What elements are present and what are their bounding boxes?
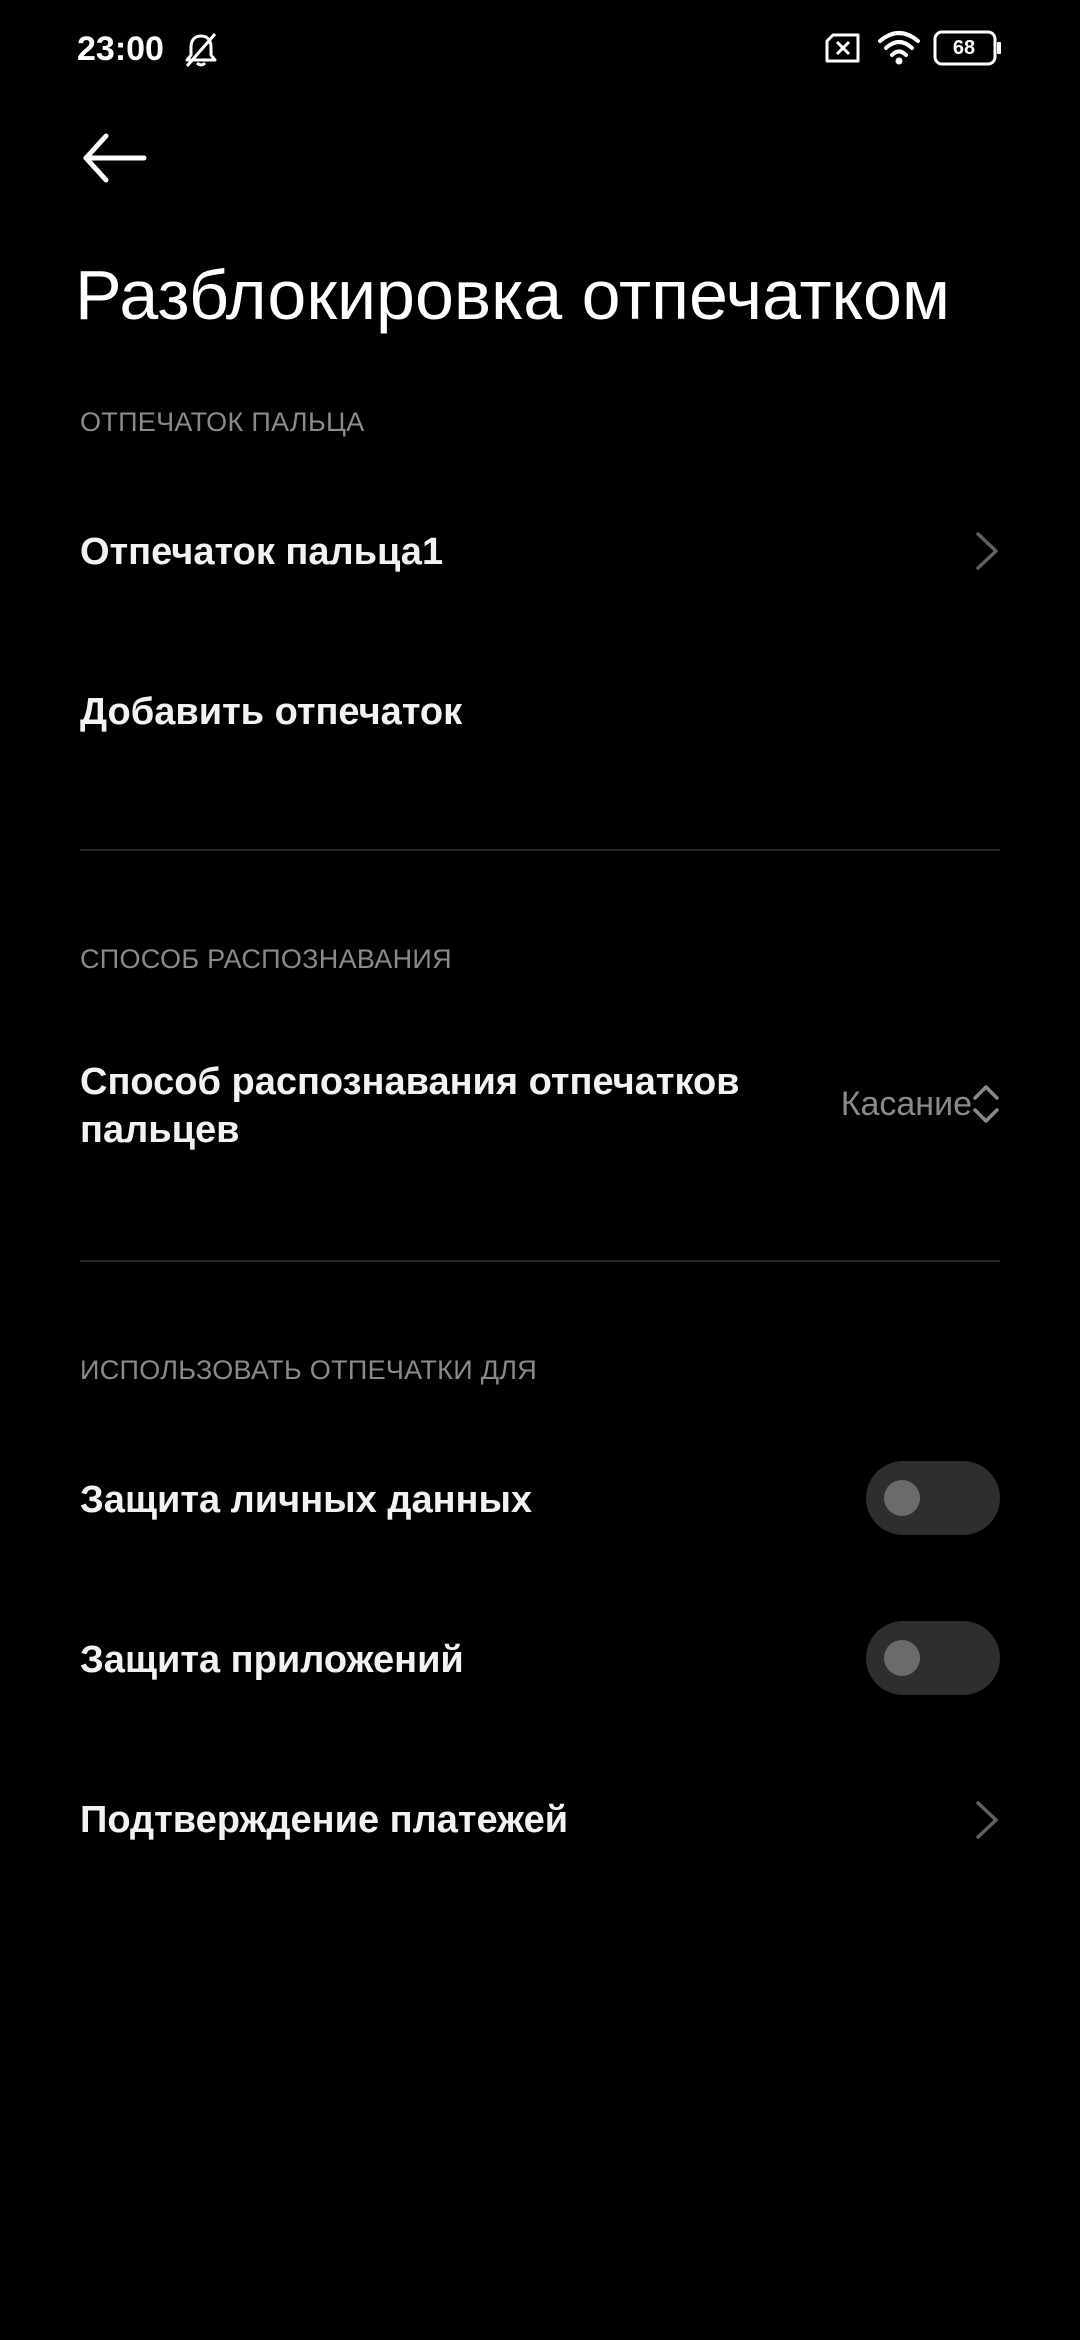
battery-icon: 68 [933,30,1003,66]
battery-level: 68 [952,37,976,59]
sim-x-icon [825,33,860,63]
section-header-recognition: СПОСОБ РАСПОЗНАВАНИЯ [80,944,452,974]
wifi-icon [878,31,920,65]
recognition-method-label-line2: пальцев [80,1109,240,1151]
recognition-method-value: Касание [840,1085,972,1123]
chevron-up-down-icon [973,1085,999,1123]
add-fingerprint-label: Добавить отпечаток [80,691,463,733]
app-protection-toggle[interactable] [866,1621,1000,1695]
toggle-knob [884,1640,920,1676]
section-header-use-for: ИСПОЛЬЗОВАТЬ ОТПЕЧАТКИ ДЛЯ [80,1355,538,1385]
privacy-protection-label: Защита личных данных [80,1479,533,1521]
divider [80,1260,1000,1262]
chevron-right-icon [976,532,998,570]
section-header-fingerprint: ОТПЕЧАТОК ПАЛЬЦА [80,407,365,437]
toggle-knob [884,1480,920,1516]
fingerprint1-label: Отпечаток пальца1 [80,531,444,573]
page-title: Разблокировка отпечатком [75,256,950,334]
status-time: 23:00 [77,30,164,68]
privacy-protection-toggle[interactable] [866,1461,1000,1535]
recognition-method-label-line1: Способ распознавания отпечатков [80,1061,740,1103]
divider [80,849,1000,851]
chevron-right-icon [976,1801,998,1839]
app-protection-label: Защита приложений [80,1639,464,1681]
payment-confirmation-label: Подтверждение платежей [80,1799,569,1841]
bell-off-icon [185,33,217,67]
back-button[interactable] [78,128,152,188]
arrow-left-icon [83,133,147,183]
